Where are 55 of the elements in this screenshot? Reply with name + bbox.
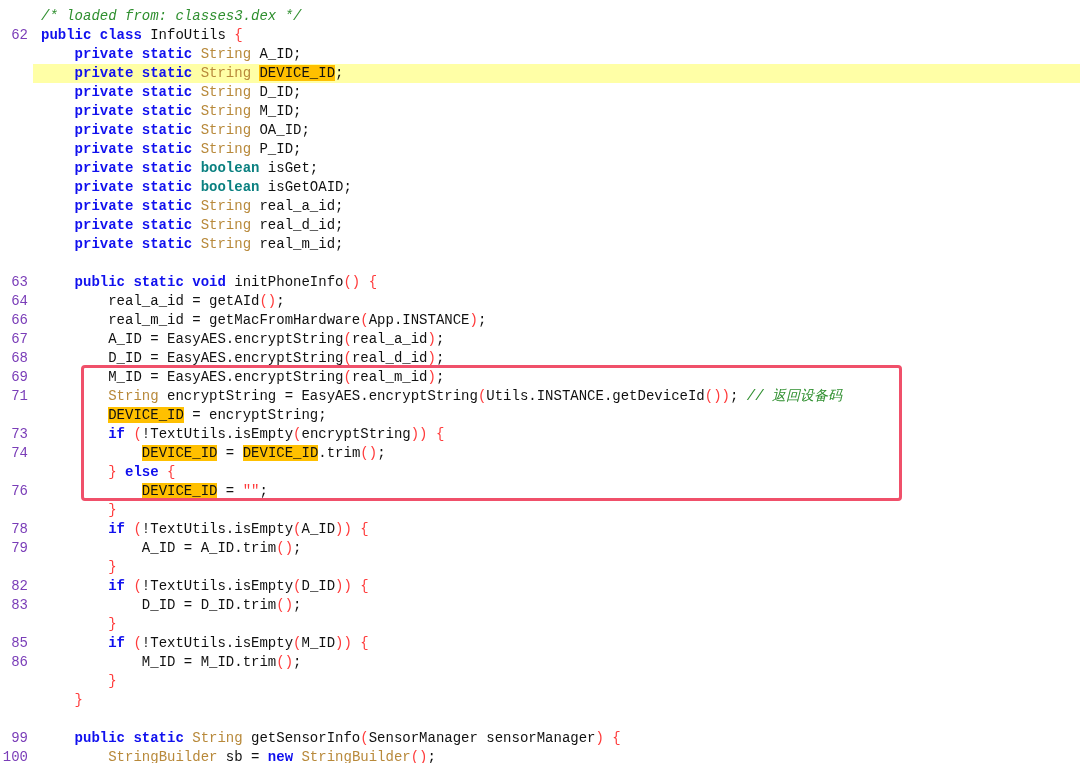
code-line: }	[73, 691, 84, 710]
code-line: if (!TextUtils.isEmpty(M_ID)) {	[107, 634, 370, 653]
code-line: private static String D_ID;	[73, 83, 303, 102]
line-number: 76	[10, 482, 28, 501]
code-line: public static void initPhoneInfo() {	[73, 273, 379, 292]
line-number: 74	[10, 444, 28, 463]
line-number: 67	[10, 330, 28, 349]
code-line: }	[107, 501, 118, 520]
line-number: 62	[10, 26, 28, 45]
code-line: real_m_id = getMacFromHardware(App.INSTANCE);	[107, 311, 488, 330]
code-line: private static String M_ID;	[73, 102, 303, 121]
line-number: 73	[10, 425, 28, 444]
line-number: 66	[10, 311, 28, 330]
code-line: String encryptString = EasyAES.encryptString(Utils.INSTANCE.getDeviceId()); // 返回设备码	[107, 387, 844, 406]
line-number: 69	[10, 368, 28, 387]
line-number: 99	[10, 729, 28, 748]
code-line: private static String real_a_id;	[73, 197, 345, 216]
code-line: private static String real_d_id;	[73, 216, 345, 235]
line-number: 86	[10, 653, 28, 672]
line-number: 68	[10, 349, 28, 368]
code-line: } else {	[107, 463, 177, 482]
line-number: 82	[10, 577, 28, 596]
code-line: DEVICE_ID = DEVICE_ID.trim();	[140, 444, 387, 463]
line-number: 78	[10, 520, 28, 539]
code-line: real_a_id = getAId();	[107, 292, 286, 311]
line-number: 71	[10, 387, 28, 406]
line-number: 85	[10, 634, 28, 653]
code-line: A_ID = A_ID.trim();	[140, 539, 303, 558]
code-line: }	[107, 615, 118, 634]
code-line: private static boolean isGet;	[73, 159, 320, 178]
line-number: 79	[10, 539, 28, 558]
line-number: 100	[1, 748, 28, 763]
code-line: public class InfoUtils {	[40, 26, 244, 45]
code-line: A_ID = EasyAES.encryptString(real_a_id);	[107, 330, 446, 349]
code-line: StringBuilder sb = new StringBuilder();	[107, 748, 437, 763]
code-line: if (!TextUtils.isEmpty(encryptString)) {	[107, 425, 446, 444]
line-number: 83	[10, 596, 28, 615]
code-line: private static String OA_ID;	[73, 121, 311, 140]
code-line: public static String getSensorInfo(SensorManager sensorManager) {	[73, 729, 622, 748]
code-line: D_ID = EasyAES.encryptString(real_d_id);	[107, 349, 446, 368]
code-line: M_ID = M_ID.trim();	[140, 653, 303, 672]
line-number: 63	[10, 273, 28, 292]
code-line: private static String P_ID;	[73, 140, 303, 159]
code-line: }	[107, 558, 118, 577]
code-line: private static String A_ID;	[73, 45, 303, 64]
code-line: private static boolean isGetOAID;	[73, 178, 353, 197]
code-line: D_ID = D_ID.trim();	[140, 596, 303, 615]
code-line: private static String real_m_id;	[73, 235, 345, 254]
code-line: DEVICE_ID = encryptString;	[107, 406, 328, 425]
line-number: 64	[10, 292, 28, 311]
code-line: if (!TextUtils.isEmpty(D_ID)) {	[107, 577, 370, 596]
code-line: /* loaded from: classes3.dex */	[40, 7, 303, 26]
code-line: }	[107, 672, 118, 691]
code-line: if (!TextUtils.isEmpty(A_ID)) {	[107, 520, 370, 539]
code-line: M_ID = EasyAES.encryptString(real_m_id);	[107, 368, 446, 387]
